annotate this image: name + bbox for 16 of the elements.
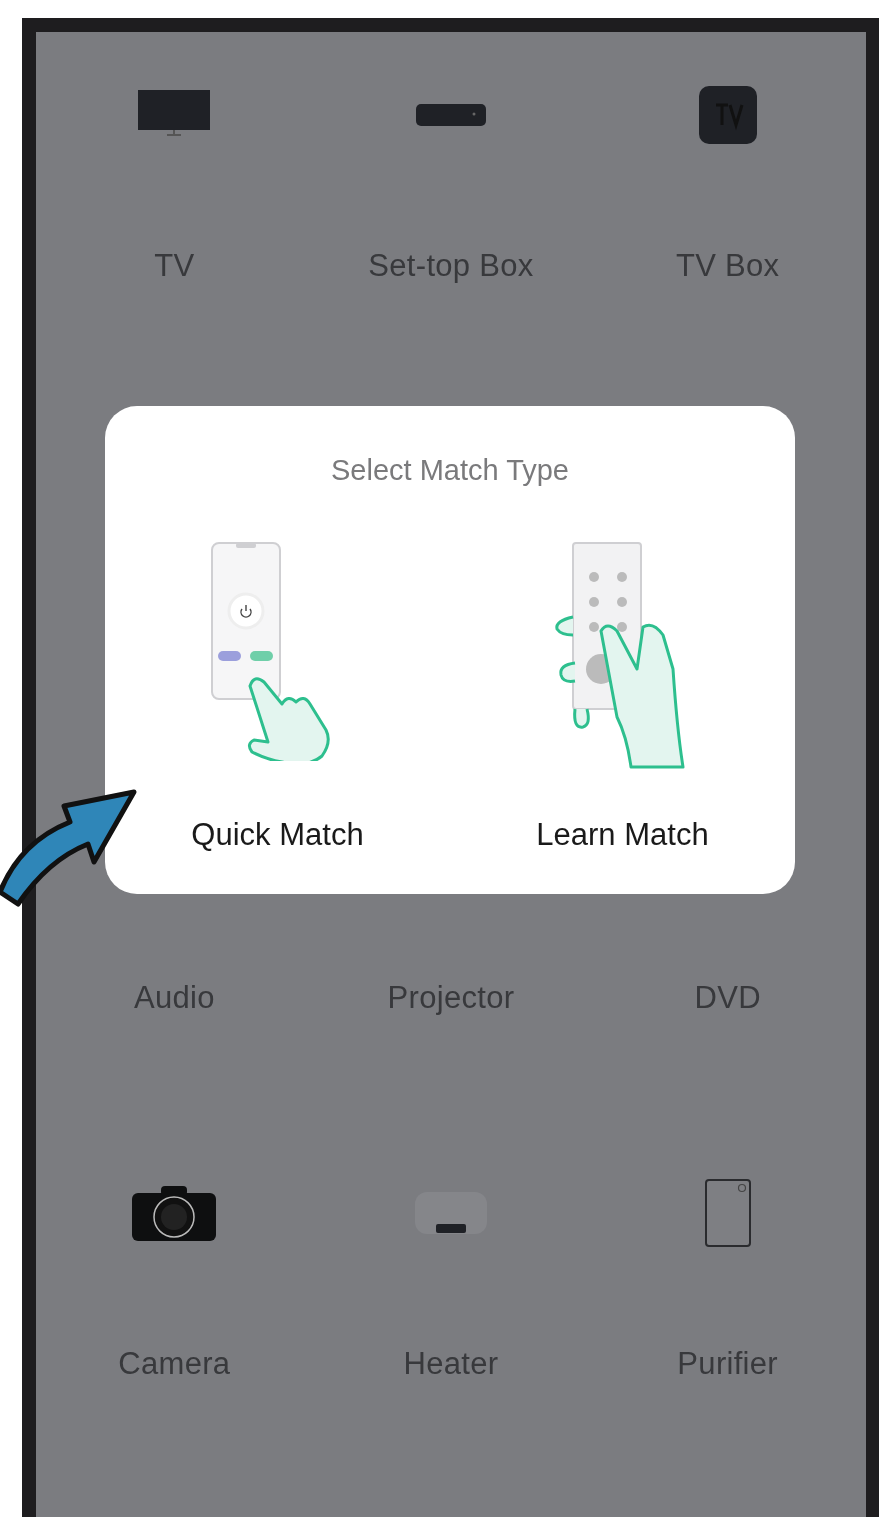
- device-label[interactable]: Projector: [387, 980, 515, 1016]
- device-label[interactable]: DVD: [694, 980, 761, 1016]
- purifier-icon: [703, 1178, 752, 1248]
- device-label[interactable]: Heater: [403, 1346, 499, 1382]
- match-option-button[interactable]: Learn Match: [450, 541, 795, 853]
- match-option-button[interactable]: Quick Match: [105, 541, 450, 853]
- set-top-box-icon: [415, 102, 487, 128]
- device-label[interactable]: Purifier: [677, 1346, 778, 1382]
- device-label[interactable]: Camera: [118, 1346, 231, 1382]
- device-label[interactable]: Set-top Box: [368, 248, 534, 284]
- dialog-title: Select Match Type: [330, 454, 569, 487]
- device-label[interactable]: TV Box: [675, 248, 780, 284]
- device-label[interactable]: Audio: [133, 980, 215, 1016]
- tv-box-icon: [697, 85, 758, 145]
- device-label[interactable]: TV: [154, 248, 195, 284]
- camera-icon: [131, 1183, 218, 1243]
